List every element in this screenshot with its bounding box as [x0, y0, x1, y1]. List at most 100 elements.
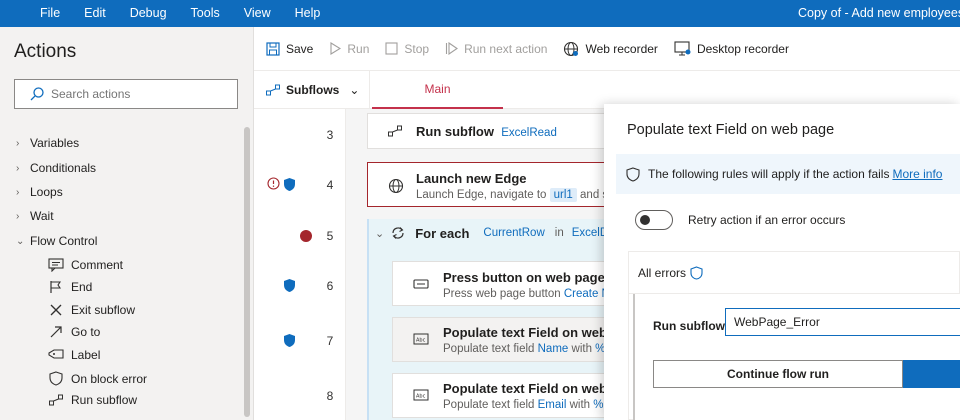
action-on-block-error[interactable]: On block error: [46, 371, 147, 386]
tab-main[interactable]: Main: [372, 71, 503, 109]
breakpoint-marker[interactable]: [300, 230, 312, 242]
action-description: Launch Edge, navigate to url1 and s: [416, 188, 608, 202]
action-label-text: Label: [71, 348, 101, 362]
description-text: Populate text field: [443, 343, 535, 355]
action-title: Populate text Field on web p: [443, 325, 619, 340]
monitor-icon: [674, 41, 691, 56]
chevron-right-icon: ›: [16, 137, 20, 149]
action-card-press-button[interactable]: Press button on web page Press web page …: [392, 261, 629, 306]
menu-debug[interactable]: Debug: [118, 0, 179, 27]
subflows-label: Subflows: [286, 83, 340, 97]
error-handling-body: Run subflow WebPage_Error Continue flow …: [633, 294, 960, 420]
more-info-link[interactable]: More info: [892, 167, 942, 181]
label-icon: [46, 349, 66, 361]
action-title-text: Run subflow: [416, 124, 494, 139]
action-label: Run subflow: [71, 393, 138, 407]
category-label: Wait: [30, 209, 54, 223]
value-token[interactable]: %: [593, 399, 603, 411]
action-go-to[interactable]: Go to: [46, 325, 100, 339]
action-card-populate-name[interactable]: Abc Populate text Field on web p Populat…: [392, 317, 629, 362]
run-label: Run: [347, 41, 370, 56]
search-box[interactable]: [14, 79, 238, 109]
subflow-name-link[interactable]: ExcelRead: [501, 127, 557, 139]
run-next-action-button[interactable]: Run next action: [441, 34, 551, 64]
all-errors-header[interactable]: All errors: [629, 252, 960, 294]
subflows-dropdown[interactable]: Subflows ⌄: [254, 71, 370, 109]
continue-flow-run-button[interactable]: Continue flow run: [653, 360, 903, 388]
shield-icon: [46, 371, 66, 386]
text-field-icon: Abc: [413, 332, 429, 346]
arrow-up-right-icon: [46, 325, 66, 339]
subflow-icon: [388, 125, 402, 137]
menu-tools[interactable]: Tools: [179, 0, 232, 27]
run-subflow-value: WebPage_Error: [734, 315, 820, 329]
menu-help[interactable]: Help: [283, 0, 333, 27]
menu-file[interactable]: File: [0, 0, 72, 27]
action-run-subflow[interactable]: Run subflow: [46, 393, 137, 407]
shield-icon: [283, 333, 296, 351]
description-text: Populate text field: [443, 399, 535, 411]
actions-scrollbar[interactable]: [244, 127, 250, 417]
save-label: Save: [286, 41, 314, 56]
category-label: Flow Control: [30, 234, 98, 248]
action-card-run-subflow[interactable]: Run subflow ExcelRead: [367, 113, 627, 149]
category-conditionals[interactable]: › Conditionals: [16, 161, 96, 175]
error-info-banner: The following rules will apply if the ac…: [616, 154, 960, 194]
save-button[interactable]: Save: [262, 34, 317, 64]
for-each-block: ⌄ For each CurrentRow in ExcelDa Press b…: [367, 219, 629, 420]
run-subflow-select[interactable]: WebPage_Error: [725, 308, 960, 336]
subflow-icon: [46, 394, 66, 406]
action-label: Go to: [71, 325, 101, 339]
action-card-for-each[interactable]: ⌄ For each CurrentRow in ExcelDa: [369, 219, 629, 247]
web-recorder-button[interactable]: Web recorder: [559, 34, 661, 64]
element-link[interactable]: Name: [538, 343, 569, 355]
line-gutter: 3 4 5 6 7 8: [254, 109, 346, 420]
flag-icon: [46, 280, 66, 294]
search-actions-input[interactable]: [51, 87, 221, 101]
category-variables[interactable]: › Variables: [16, 136, 79, 150]
menu-view[interactable]: View: [232, 0, 283, 27]
chevron-down-icon: ⌄: [16, 235, 25, 247]
action-card-launch-edge[interactable]: Launch new Edge Launch Edge, navigate to…: [367, 162, 627, 207]
svg-text:Abc: Abc: [416, 338, 426, 344]
run-button[interactable]: Run: [325, 34, 373, 64]
action-label: End: [71, 280, 93, 294]
retry-label: Retry action if an error occurs: [688, 213, 846, 227]
stop-label: Stop: [404, 41, 430, 56]
line-number: 8: [326, 389, 334, 403]
menu-edit[interactable]: Edit: [72, 0, 118, 27]
error-indicator-icon[interactable]: [267, 177, 280, 193]
save-icon: [266, 41, 280, 56]
primary-option-button[interactable]: [903, 360, 960, 388]
loop-variable[interactable]: CurrentRow: [483, 227, 544, 239]
search-icon: [29, 86, 45, 102]
toolbar: Save Run Stop Run next action Web record…: [254, 27, 960, 71]
menu-bar: File Edit Debug Tools View Help Copy of …: [0, 0, 960, 27]
web-recorder-label: Web recorder: [585, 41, 658, 56]
action-title: For each: [415, 225, 470, 241]
with-keyword: with: [571, 343, 592, 355]
step-icon: [445, 42, 459, 55]
category-label: Loops: [30, 185, 63, 199]
action-card-populate-email[interactable]: Abc Populate text Field on web p Populat…: [392, 373, 629, 418]
action-label: Comment: [71, 258, 124, 272]
action-title: Launch new Edge: [416, 171, 527, 186]
category-loops[interactable]: › Loops: [16, 185, 63, 199]
action-comment[interactable]: Comment: [46, 258, 123, 272]
variable-token[interactable]: url1: [549, 188, 577, 202]
category-flow-control[interactable]: ⌄ Flow Control: [16, 234, 97, 248]
action-label[interactable]: Label: [46, 348, 100, 362]
retry-toggle[interactable]: [635, 210, 673, 230]
action-end[interactable]: End: [46, 280, 92, 294]
chevron-right-icon: ›: [16, 162, 20, 174]
stop-button[interactable]: Stop: [381, 34, 433, 64]
error-rules-box: All errors Run subflow WebPage_Error Con…: [628, 251, 960, 420]
element-link[interactable]: Email: [538, 399, 567, 411]
in-keyword: in: [554, 227, 564, 239]
stop-icon: [385, 42, 398, 55]
shield-icon: [626, 166, 640, 182]
action-dialog: Populate text Field on web page The foll…: [604, 104, 960, 420]
desktop-recorder-button[interactable]: Desktop recorder: [670, 34, 793, 64]
action-exit-subflow[interactable]: Exit subflow: [46, 303, 135, 317]
category-wait[interactable]: › Wait: [16, 209, 54, 223]
